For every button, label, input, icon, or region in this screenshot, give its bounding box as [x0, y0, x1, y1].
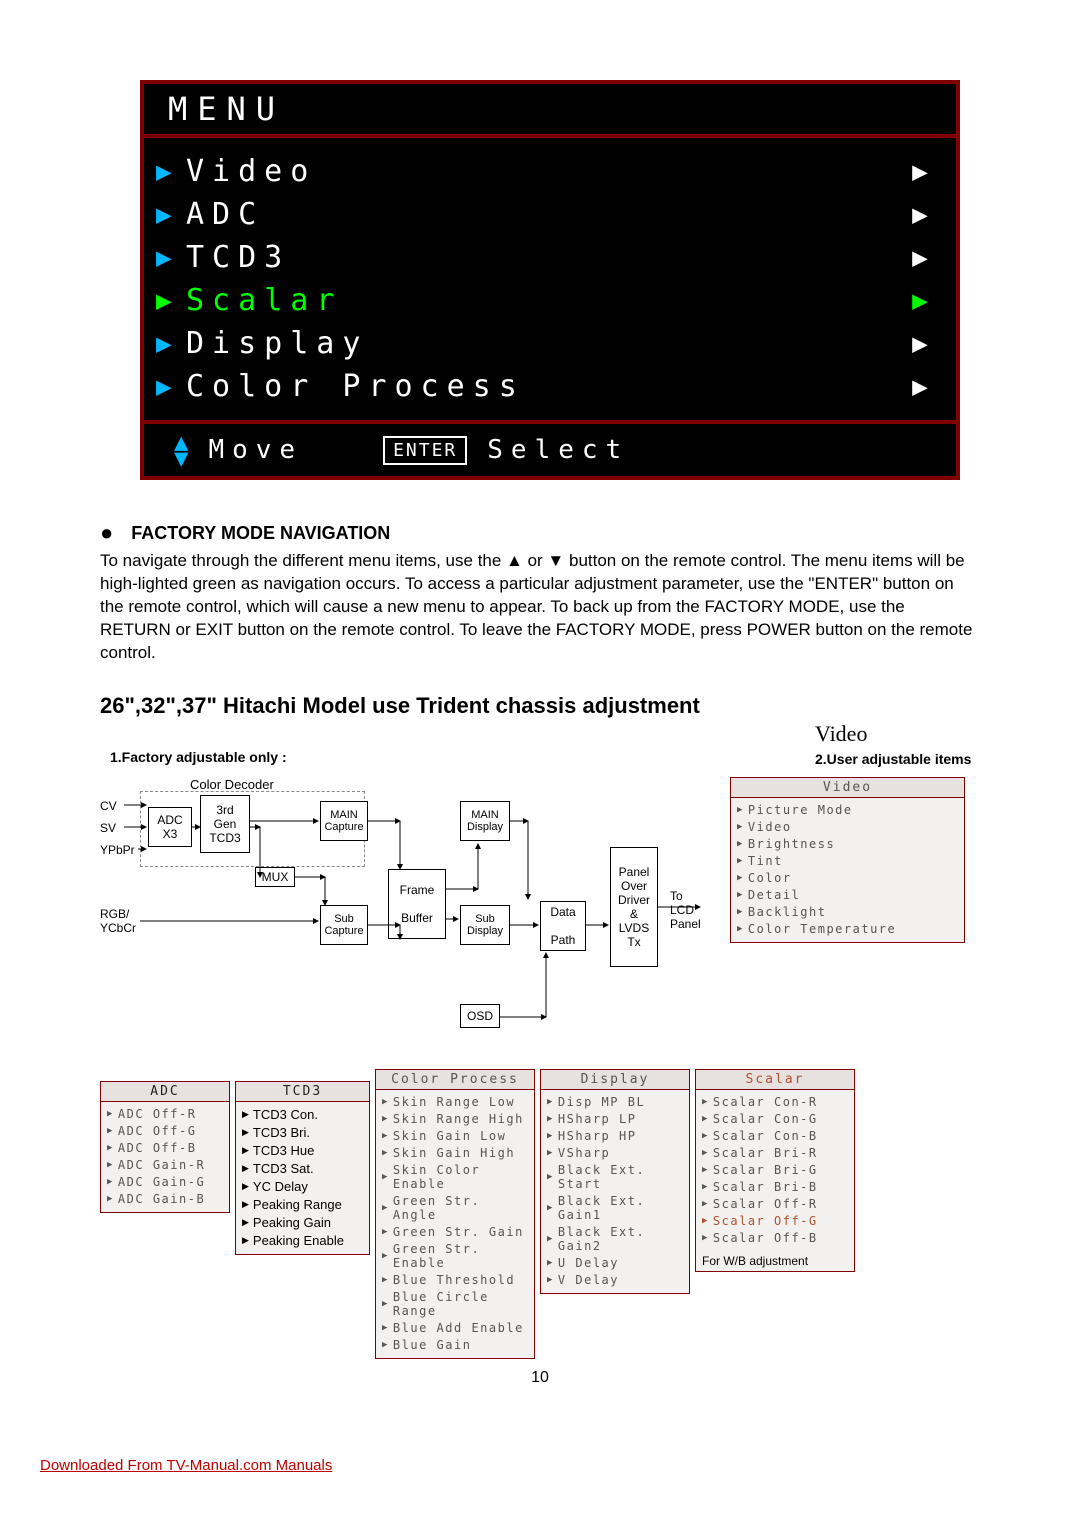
menu-item: Peaking Gain: [242, 1214, 363, 1232]
play-icon: ▶: [156, 372, 186, 402]
adc-menu-title: ADC: [101, 1082, 229, 1102]
menu-item: Scalar Off-B: [702, 1230, 848, 1247]
scalar-footer: For W/B adjustment: [696, 1251, 854, 1271]
menu-item: Peaking Range: [242, 1196, 363, 1214]
tcd3-menu: TCD3 TCD3 Con.TCD3 Bri.TCD3 HueTCD3 Sat.…: [235, 1081, 370, 1255]
tcd3-menu-title: TCD3: [236, 1082, 369, 1102]
section-heading: ● FACTORY MODE NAVIGATION: [100, 520, 980, 546]
menu-item: TCD3 Hue: [242, 1142, 363, 1160]
menu-item: TCD3 Bri.: [242, 1124, 363, 1142]
display-menu-title: Display: [541, 1070, 689, 1090]
menu-item: ADC Off-R: [107, 1106, 223, 1123]
menu-item: Skin Range Low: [382, 1094, 528, 1111]
menu-item: ADC Off-B: [107, 1140, 223, 1157]
menu-item: Skin Color Enable: [382, 1162, 528, 1193]
play-icon: ▶: [156, 200, 186, 230]
chevron-right-icon: ▶: [904, 329, 944, 359]
menu-item: Skin Range High: [382, 1111, 528, 1128]
color-process-menu: Color Process Skin Range LowSkin Range H…: [375, 1069, 535, 1359]
menu-item: Blue Circle Range: [382, 1289, 528, 1320]
chevron-right-icon: ▶: [904, 157, 944, 187]
menu-item: Scalar Bri-G: [702, 1162, 848, 1179]
chevron-right-icon: ▶: [904, 286, 944, 316]
menu-item: Detail: [737, 887, 958, 904]
chevron-right-icon: ▶: [904, 200, 944, 230]
menu-item: Skin Gain Low: [382, 1128, 528, 1145]
menu-item: Peaking Enable: [242, 1232, 363, 1250]
menu-item: ADC Gain-R: [107, 1157, 223, 1174]
up-down-arrows-icon: ▲▼: [174, 434, 188, 466]
menu-item: Scalar Con-R: [702, 1094, 848, 1111]
bullet-icon: ●: [100, 520, 113, 546]
menu-item: Blue Add Enable: [382, 1320, 528, 1337]
adc-menu: ADC ADC Off-RADC Off-GADC Off-BADC Gain-…: [100, 1081, 230, 1213]
chassis-heading: 26",32",37" Hitachi Model use Trident ch…: [100, 693, 980, 719]
menu-item: HSharp LP: [547, 1111, 683, 1128]
osd-title: MENU: [144, 84, 956, 138]
menu-item: Black Ext. Start: [547, 1162, 683, 1193]
chevron-right-icon: ▶: [904, 243, 944, 273]
menu-item: ADC Gain-G: [107, 1174, 223, 1191]
osd-item-list: ▶ Video ▶ ▶ ADC ▶ ▶ TCD3 ▶ ▶ Scalar ▶ ▶: [144, 138, 956, 420]
page-number: 10: [100, 1369, 980, 1387]
menu-item: TCD3 Sat.: [242, 1160, 363, 1178]
menu-item: Scalar Con-B: [702, 1128, 848, 1145]
menu-item: V Delay: [547, 1272, 683, 1289]
play-icon: ▶: [156, 157, 186, 187]
menu-item: VSharp: [547, 1145, 683, 1162]
osd-select-label: Select: [487, 435, 629, 465]
video-menu: Video Picture ModeVideoBrightnessTintCol…: [730, 777, 965, 943]
menu-item: Tint: [737, 853, 958, 870]
osd-item-adc[interactable]: ▶ ADC ▶: [152, 193, 948, 236]
menu-item: Blue Threshold: [382, 1272, 528, 1289]
menu-item: Scalar Off-G: [702, 1213, 848, 1230]
menu-item: U Delay: [547, 1255, 683, 1272]
osd-move-label: Move: [208, 435, 303, 465]
menu-item: Color Temperature: [737, 921, 958, 938]
scalar-menu: Scalar Scalar Con-RScalar Con-GScalar Co…: [695, 1069, 855, 1272]
osd-item-color-process[interactable]: ▶ Color Process ▶: [152, 365, 948, 408]
menu-item: Skin Gain High: [382, 1145, 528, 1162]
menu-item: Black Ext. Gain1: [547, 1193, 683, 1224]
menu-item: Green Str. Angle: [382, 1193, 528, 1224]
menu-item: Green Str. Gain: [382, 1224, 528, 1241]
osd-item-display[interactable]: ▶ Display ▶: [152, 322, 948, 365]
menu-item: Green Str. Enable: [382, 1241, 528, 1272]
menu-item: Brightness: [737, 836, 958, 853]
play-icon: ▶: [156, 286, 186, 316]
osd-item-scalar[interactable]: ▶ Scalar ▶: [152, 279, 948, 322]
video-menu-title: Video: [731, 778, 964, 798]
menu-item: YC Delay: [242, 1178, 363, 1196]
menu-item: ADC Off-G: [107, 1123, 223, 1140]
menu-item: Picture Mode: [737, 802, 958, 819]
menu-item: Scalar Bri-R: [702, 1145, 848, 1162]
chevron-right-icon: ▶: [904, 372, 944, 402]
osd-item-tcd3[interactable]: ▶ TCD3 ▶: [152, 236, 948, 279]
display-menu: Display Disp MP BLHSharp LPHSharp HPVSha…: [540, 1069, 690, 1294]
menu-item: Scalar Bri-B: [702, 1179, 848, 1196]
osd-menu: MENU ▶ Video ▶ ▶ ADC ▶ ▶ TCD3 ▶ ▶ Scalar…: [140, 80, 960, 480]
menu-item: Backlight: [737, 904, 958, 921]
osd-footer: ▲▼ Move ENTER Select: [144, 420, 956, 476]
menu-item: HSharp HP: [547, 1128, 683, 1145]
color-process-menu-title: Color Process: [376, 1070, 534, 1090]
play-icon: ▶: [156, 329, 186, 359]
download-link[interactable]: Downloaded From TV-Manual.com Manuals: [40, 1457, 1080, 1474]
enter-key-icon: ENTER: [383, 436, 467, 465]
navigation-paragraph: To navigate through the different menu i…: [100, 550, 980, 665]
menu-item: Scalar Con-G: [702, 1111, 848, 1128]
menu-item: Blue Gain: [382, 1337, 528, 1354]
scalar-menu-title: Scalar: [696, 1070, 854, 1090]
menu-item: Black Ext. Gain2: [547, 1224, 683, 1255]
menu-item: TCD3 Con.: [242, 1106, 363, 1124]
osd-item-video[interactable]: ▶ Video ▶: [152, 150, 948, 193]
menu-item: ADC Gain-B: [107, 1191, 223, 1208]
block-diagram: Video 1.Factory adjustable only : 2.User…: [100, 729, 980, 1349]
menu-item: Video: [737, 819, 958, 836]
menu-item: Color: [737, 870, 958, 887]
menu-item: Disp MP BL: [547, 1094, 683, 1111]
heading-text: FACTORY MODE NAVIGATION: [131, 523, 390, 544]
menu-item: Scalar Off-R: [702, 1196, 848, 1213]
play-icon: ▶: [156, 243, 186, 273]
